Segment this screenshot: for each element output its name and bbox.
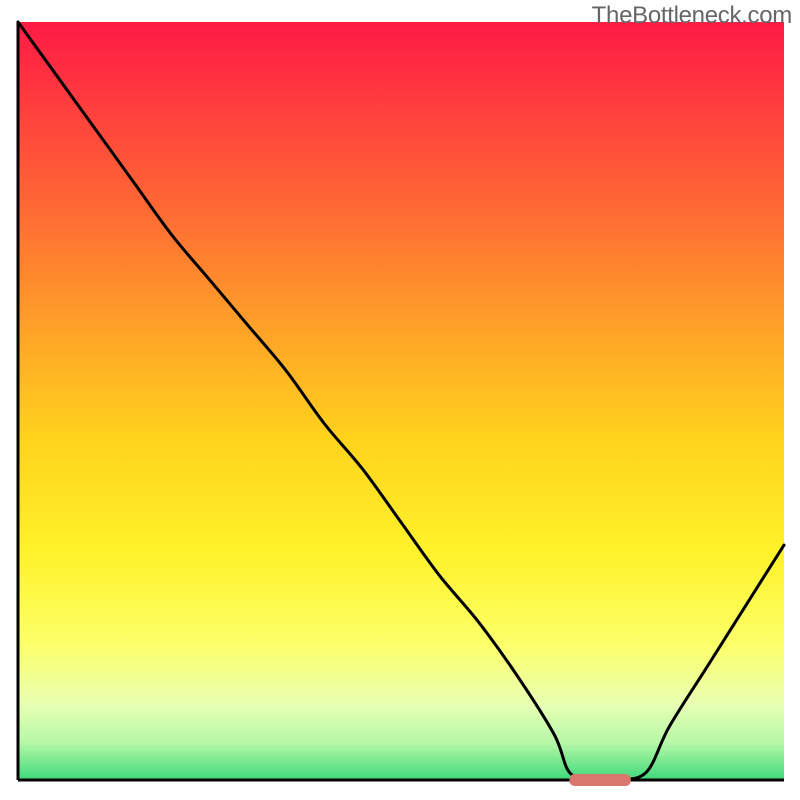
chart-svg bbox=[0, 0, 800, 800]
watermark-text: TheBottleneck.com bbox=[592, 2, 792, 30]
optimal-marker bbox=[570, 774, 631, 786]
plot-background bbox=[18, 22, 784, 780]
bottleneck-chart: TheBottleneck.com bbox=[0, 0, 800, 800]
